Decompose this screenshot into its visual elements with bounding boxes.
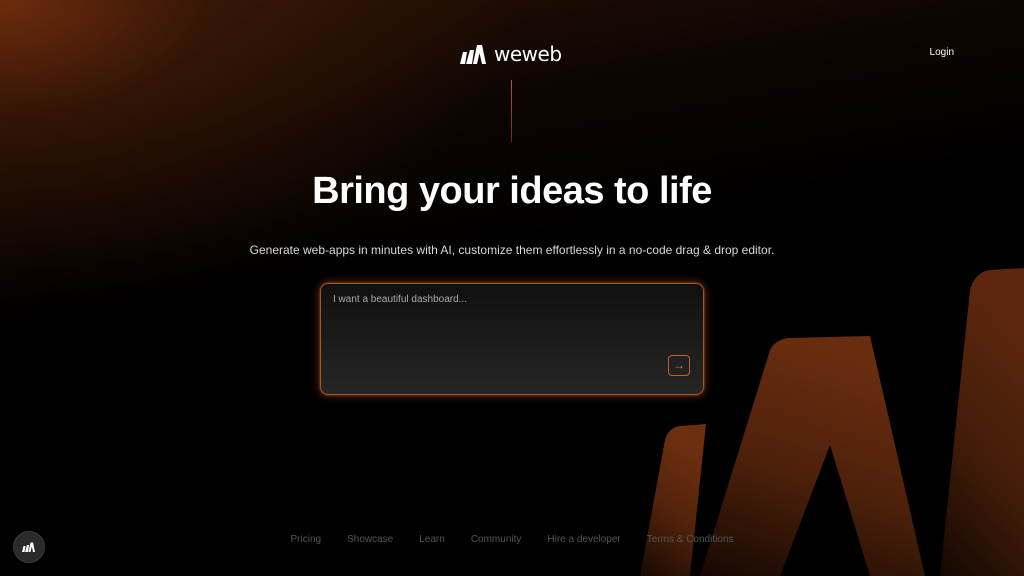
weweb-logo-icon <box>460 45 486 64</box>
top-header: weweb Login <box>0 0 1024 110</box>
arrow-right-icon: → <box>673 358 685 372</box>
footer-link-showcase[interactable]: Showcase <box>347 534 393 545</box>
footer-link-terms[interactable]: Terms & Conditions <box>647 534 734 545</box>
footer-link-community[interactable]: Community <box>471 534 522 545</box>
footer-nav: Pricing Showcase Learn Community Hire a … <box>0 534 1024 545</box>
decorative-divider <box>511 80 512 142</box>
brand-name: weweb <box>494 42 562 66</box>
brand-logo[interactable]: weweb <box>460 42 562 66</box>
submit-prompt-button[interactable]: → <box>668 355 690 376</box>
footer-link-learn[interactable]: Learn <box>419 534 445 545</box>
login-link[interactable]: Login <box>930 47 954 58</box>
prompt-input[interactable] <box>321 284 703 394</box>
weweb-logo-icon <box>22 542 35 552</box>
hero-subtitle: Generate web-apps in minutes with AI, cu… <box>249 243 775 257</box>
footer-link-hire-developer[interactable]: Hire a developer <box>547 534 620 545</box>
prompt-box: → <box>320 283 704 395</box>
floating-badge-button[interactable] <box>13 531 45 563</box>
footer-link-pricing[interactable]: Pricing <box>291 534 322 545</box>
hero-title: Bring your ideas to life <box>312 170 712 212</box>
